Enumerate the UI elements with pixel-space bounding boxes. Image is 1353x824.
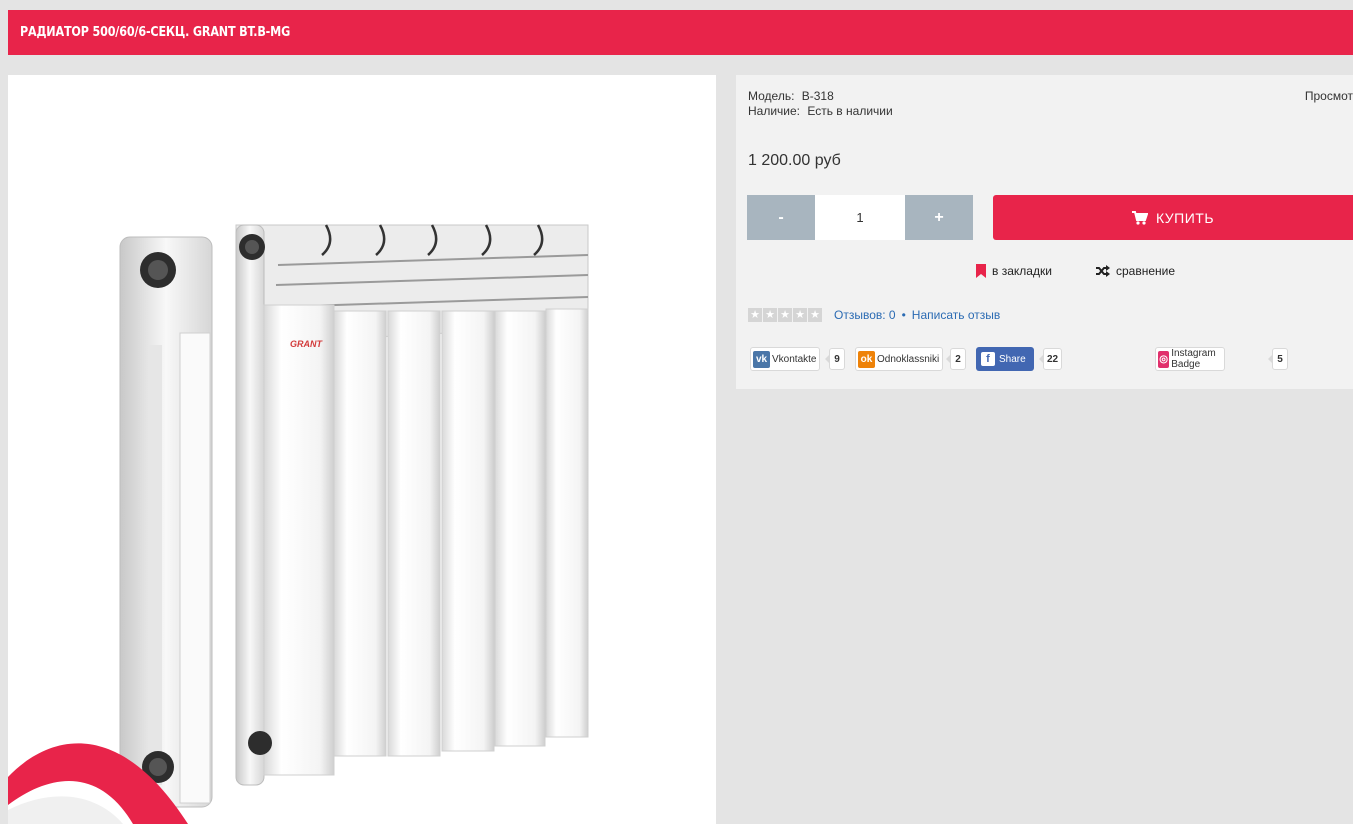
vk-share-button[interactable]: vk Vkontakte bbox=[750, 347, 821, 371]
availability-label: Наличие: bbox=[748, 104, 801, 118]
write-review-link[interactable]: Написать отзыв bbox=[912, 308, 1000, 322]
instagram-icon: ◎ bbox=[1158, 350, 1170, 368]
vk-share-count: 9 bbox=[825, 348, 845, 370]
star-icon: ★ bbox=[778, 308, 792, 322]
star-icon: ★ bbox=[748, 308, 762, 322]
grant-logo: GRANT bbox=[290, 339, 323, 349]
bookmark-icon bbox=[976, 264, 986, 278]
model-label: Модель: bbox=[748, 89, 795, 103]
compare-label: сравнение bbox=[1116, 264, 1176, 278]
separator-dot: • bbox=[901, 308, 906, 322]
odnoklassniki-share-button[interactable]: ok Odnoklassniki bbox=[855, 347, 944, 371]
shuffle-icon bbox=[1096, 265, 1110, 277]
instagram-share-count: 5 bbox=[1268, 348, 1288, 370]
product-meta: Модель: B-318 Наличие: Есть в наличии bbox=[748, 89, 893, 119]
buy-button[interactable]: КУПИТЬ bbox=[993, 195, 1353, 240]
product-image[interactable]: GRANT bbox=[8, 75, 716, 824]
model-row: Модель: B-318 bbox=[748, 89, 893, 104]
odnoklassniki-icon: ok bbox=[858, 350, 875, 368]
product-title-bar: РАДИАТОР 500/60/6-СЕКЦ. GRANT BT.B-MG bbox=[8, 10, 1353, 55]
facebook-icon: f bbox=[981, 352, 995, 366]
page-title: РАДИАТОР 500/60/6-СЕКЦ. GRANT BT.B-MG bbox=[20, 25, 291, 40]
odnoklassniki-share-label: Odnoklassniki bbox=[877, 353, 940, 365]
views-label: Просмот bbox=[1304, 89, 1353, 103]
product-info-panel: Модель: B-318 Наличие: Есть в наличии Пр… bbox=[736, 75, 1353, 389]
star-icon: ★ bbox=[793, 308, 807, 322]
vk-share-label: Vkontakte bbox=[772, 353, 817, 365]
facebook-share-count: 22 bbox=[1038, 348, 1063, 370]
single-section bbox=[119, 236, 213, 808]
star-icon: ★ bbox=[808, 308, 822, 322]
facebook-share-button[interactable]: f Share bbox=[976, 347, 1034, 371]
buy-button-label: КУПИТЬ bbox=[1155, 209, 1215, 226]
availability-row: Наличие: Есть в наличии bbox=[748, 104, 893, 119]
instagram-share-label: Instagram Badge bbox=[1171, 348, 1216, 370]
radiator-illustration: GRANT bbox=[8, 224, 589, 824]
compare-link[interactable]: сравнение bbox=[1096, 264, 1175, 278]
star-icon: ★ bbox=[763, 308, 777, 322]
model-value: B-318 bbox=[801, 89, 834, 103]
bookmark-link[interactable]: в закладки bbox=[976, 264, 1052, 278]
reviews-count-link[interactable]: Отзывов: 0 bbox=[834, 308, 896, 322]
rating-row: ★ ★ ★ ★ ★ Отзывов: 0 • Написать отзыв bbox=[748, 308, 1000, 322]
quantity-increase-button[interactable]: + bbox=[905, 195, 973, 240]
quantity-input[interactable] bbox=[815, 195, 905, 240]
instagram-share-button[interactable]: ◎ Instagram Badge bbox=[1155, 347, 1226, 371]
odnoklassniki-share-count: 2 bbox=[946, 348, 966, 370]
vk-icon: vk bbox=[753, 350, 770, 368]
availability-value: Есть в наличии bbox=[807, 104, 893, 118]
radiator-block bbox=[235, 224, 589, 786]
cart-icon bbox=[1131, 210, 1148, 225]
facebook-share-label: Share bbox=[999, 353, 1026, 365]
quantity-decrease-button[interactable]: - bbox=[747, 195, 815, 240]
bookmark-label: в закладки bbox=[992, 264, 1052, 278]
product-price: 1 200.00 руб bbox=[748, 152, 841, 169]
rating-stars: ★ ★ ★ ★ ★ bbox=[748, 308, 822, 322]
